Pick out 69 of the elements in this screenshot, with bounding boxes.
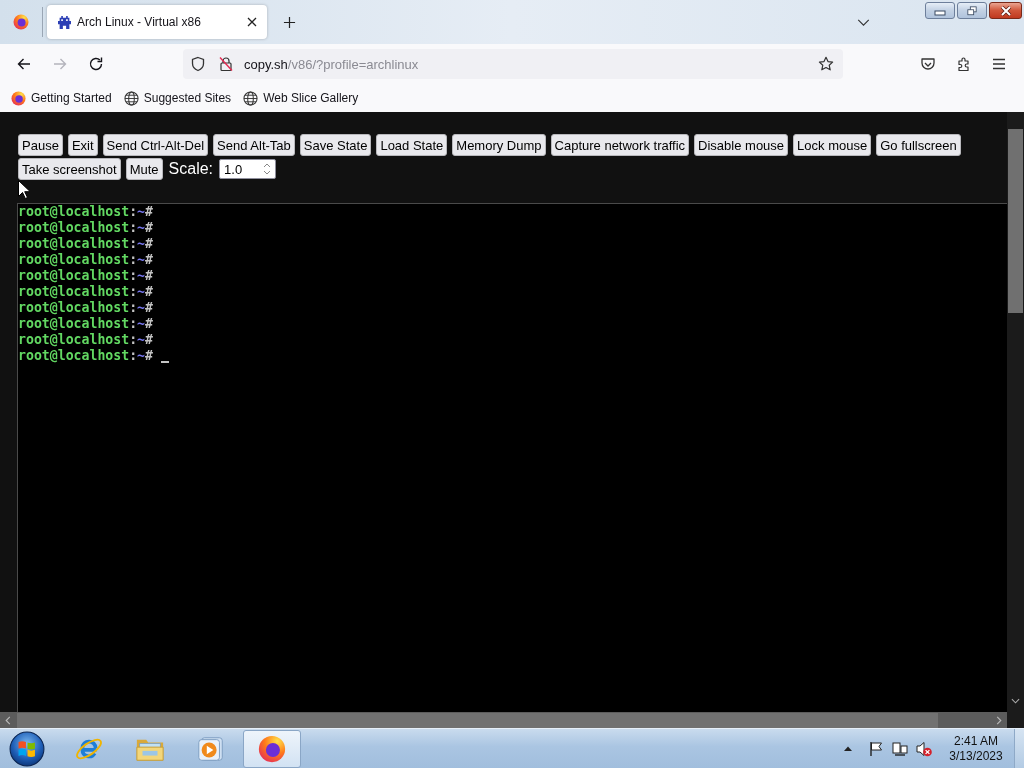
pixel-invader-icon bbox=[58, 15, 71, 29]
terminal-line: root@localhost:~# bbox=[18, 316, 153, 332]
speaker-muted-icon[interactable] bbox=[916, 740, 932, 757]
page-button[interactable]: Send Ctrl-Alt-Del bbox=[102, 134, 209, 156]
terminal-line: root@localhost:~# bbox=[18, 348, 153, 364]
chevron-left-icon[interactable] bbox=[5, 715, 11, 725]
scale-input[interactable]: 1.0 bbox=[219, 159, 277, 179]
browser-logo-icon bbox=[11, 90, 26, 106]
terminal-line: root@localhost:~# bbox=[18, 332, 153, 348]
vertical-scrollbar[interactable] bbox=[1007, 112, 1024, 712]
page-button[interactable]: Mute bbox=[125, 158, 163, 180]
chevron-down-icon[interactable] bbox=[1011, 698, 1020, 704]
lock-slash-icon[interactable] bbox=[218, 56, 234, 72]
page-button[interactable]: Save State bbox=[299, 134, 372, 156]
bookmark-item[interactable]: Web Slice Gallery bbox=[243, 90, 359, 106]
close-button[interactable] bbox=[989, 2, 1022, 19]
page-button[interactable]: Memory Dump bbox=[452, 134, 546, 156]
start-orb-icon bbox=[9, 730, 45, 767]
address-field[interactable]: copy.sh/v86/?profile=archlinux bbox=[183, 49, 843, 79]
page-button[interactable]: Load State bbox=[376, 134, 448, 156]
browser-logo-icon bbox=[257, 733, 287, 764]
caret-up-icon[interactable] bbox=[844, 746, 852, 751]
plus-icon[interactable] bbox=[283, 15, 296, 29]
page-button[interactable]: Take screenshot bbox=[18, 158, 121, 180]
chevron-right-icon[interactable] bbox=[996, 715, 1002, 725]
page-button[interactable]: Lock mouse bbox=[793, 134, 872, 156]
scrollbar-corner bbox=[1007, 712, 1024, 728]
globe-icon bbox=[243, 90, 259, 106]
page-button[interactable]: Disable mouse bbox=[694, 134, 789, 156]
page-button[interactable]: Send Alt-Tab bbox=[213, 134, 295, 156]
scale-label: Scale: bbox=[168, 160, 214, 178]
minimize-button[interactable] bbox=[925, 2, 955, 19]
shield-icon[interactable] bbox=[190, 56, 206, 72]
page-button[interactable]: Pause bbox=[18, 134, 63, 156]
terminal-line: root@localhost:~# bbox=[18, 300, 153, 316]
terminal-line: root@localhost:~# bbox=[18, 220, 153, 236]
close-icon bbox=[999, 5, 1012, 16]
clock-date[interactable]: 3/13/2023 bbox=[949, 748, 1003, 764]
minimize-icon bbox=[934, 9, 946, 16]
page-button[interactable]: Capture network traffic bbox=[550, 134, 690, 156]
pocket-icon bbox=[920, 56, 936, 72]
terminal-line: root@localhost:~# bbox=[18, 236, 153, 252]
flag-icon[interactable] bbox=[868, 740, 884, 757]
star-icon[interactable] bbox=[818, 56, 834, 72]
bookmark-item[interactable]: Suggested Sites bbox=[123, 90, 232, 106]
mouse-pointer-icon bbox=[18, 180, 30, 199]
terminal-line: root@localhost:~# bbox=[18, 204, 153, 220]
terminal-line: root@localhost:~# bbox=[18, 284, 153, 300]
terminal-line: root@localhost:~# bbox=[18, 252, 153, 268]
restore-icon bbox=[966, 5, 978, 16]
terminal-line: root@localhost:~# bbox=[18, 268, 153, 284]
chevron-down-icon[interactable] bbox=[857, 18, 870, 26]
terminal-screen[interactable]: root@localhost:~# root@localhost:~# root@localhost:~# root@localhost:~# root@localhost:~# root@localhost:~# root@localhost:~# root@localhost:~# root@localhost:~# root@localhost:~# bbox=[17, 203, 1007, 712]
page-button[interactable]: Exit bbox=[67, 134, 98, 156]
restore-button[interactable] bbox=[957, 2, 987, 19]
spinner-icon[interactable] bbox=[263, 162, 272, 176]
taskbar-button[interactable] bbox=[243, 729, 301, 768]
url-text[interactable]: copy.sh/v86/?profile=archlinux bbox=[244, 56, 419, 72]
close-icon[interactable] bbox=[247, 17, 257, 27]
clock-time[interactable]: 2:41 AM bbox=[954, 733, 998, 749]
network-icon[interactable] bbox=[892, 740, 908, 757]
menu-icon bbox=[991, 56, 1007, 72]
bookmark-item[interactable]: Getting Started bbox=[11, 90, 112, 106]
page-button[interactable]: Go fullscreen bbox=[876, 134, 961, 156]
puzzle-piece-icon bbox=[956, 56, 972, 72]
browser-tab[interactable]: Arch Linux - Virtual x86 bbox=[47, 5, 267, 39]
browser-logo-icon[interactable] bbox=[13, 14, 29, 30]
globe-icon bbox=[123, 90, 139, 106]
scrollbar-thumb[interactable] bbox=[1008, 129, 1023, 313]
